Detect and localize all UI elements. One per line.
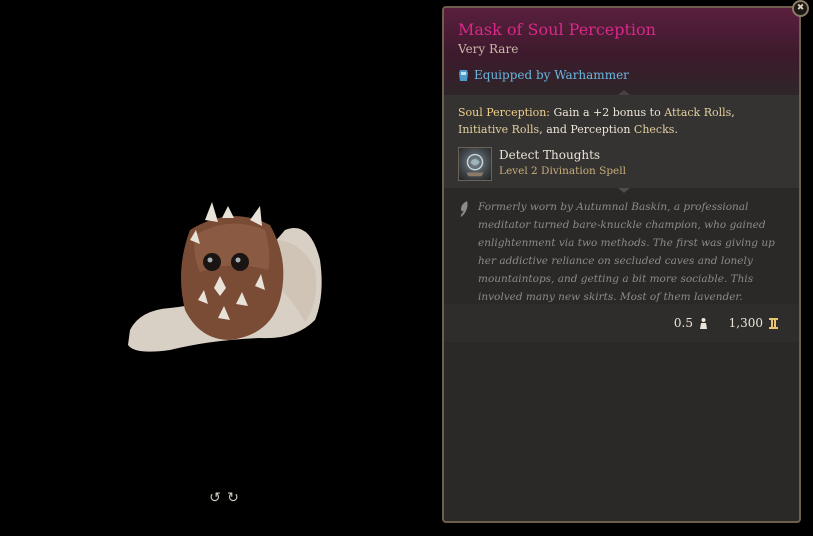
close-button[interactable]: ✖ bbox=[792, 0, 809, 17]
granted-spell[interactable]: Detect Thoughts Level 2 Divination Spell bbox=[458, 147, 626, 181]
equipped-label: Equipped by Warhammer bbox=[474, 68, 629, 82]
rotate-right-icon[interactable]: ↻ bbox=[227, 490, 239, 506]
passive-text: Gain a +2 bonus to bbox=[553, 106, 661, 119]
item-preview: ↺ ↻ bbox=[0, 0, 440, 536]
keyword-initiative-rolls[interactable]: Initiative Rolls bbox=[458, 123, 539, 136]
passive-separator: , bbox=[731, 106, 735, 119]
weight-value: 0.5 bbox=[673, 316, 693, 330]
lore-text: Formerly worn by Autumnal Baskin, a prof… bbox=[478, 201, 775, 303]
rotate-left-icon[interactable]: ↺ bbox=[209, 490, 221, 506]
keyword-checks[interactable]: Checks bbox=[634, 123, 674, 136]
price-value: 1,300 bbox=[728, 316, 763, 330]
mask-model-image bbox=[128, 202, 322, 352]
lore-section: Formerly worn by Autumnal Baskin, a prof… bbox=[458, 198, 788, 306]
gold-coin-icon bbox=[769, 317, 778, 329]
item-tooltip-panel: Mask of Soul Perception Very Rare Equipp… bbox=[442, 6, 801, 523]
passive-description: Soul Perception: Gain a +2 bonus to Atta… bbox=[458, 104, 788, 138]
item-properties: Soul Perception: Gain a +2 bonus to Atta… bbox=[444, 95, 799, 188]
passive-text: and Perception bbox=[546, 123, 631, 136]
item-inspect-screen: ↺ ↻ Mask of Soul Perception Very Rare Eq… bbox=[0, 0, 813, 536]
section-notch bbox=[618, 188, 630, 193]
item-rarity: Very Rare bbox=[458, 42, 519, 56]
passive-separator: , bbox=[539, 123, 543, 136]
item-footer: 0.5 1,300 bbox=[444, 304, 799, 342]
item-weight: 0.5 bbox=[674, 316, 709, 330]
passive-name: Soul Perception: bbox=[458, 106, 550, 119]
tooltip-header: Mask of Soul Perception Very Rare Equipp… bbox=[444, 8, 799, 95]
quill-icon bbox=[460, 201, 468, 217]
item-price: 1,300 bbox=[729, 316, 779, 330]
equipped-icon bbox=[459, 69, 468, 81]
item-title: Mask of Soul Perception bbox=[458, 20, 656, 39]
spell-level: Level 2 Divination Spell bbox=[499, 165, 626, 177]
keyword-attack-rolls[interactable]: Attack Rolls bbox=[664, 106, 731, 119]
passive-end: . bbox=[674, 123, 678, 136]
rotate-controls: ↺ ↻ bbox=[209, 490, 239, 506]
detect-thoughts-icon bbox=[458, 147, 492, 181]
spell-name: Detect Thoughts bbox=[499, 148, 601, 162]
equipped-status: Equipped by Warhammer bbox=[458, 68, 629, 82]
weight-icon bbox=[700, 317, 707, 329]
